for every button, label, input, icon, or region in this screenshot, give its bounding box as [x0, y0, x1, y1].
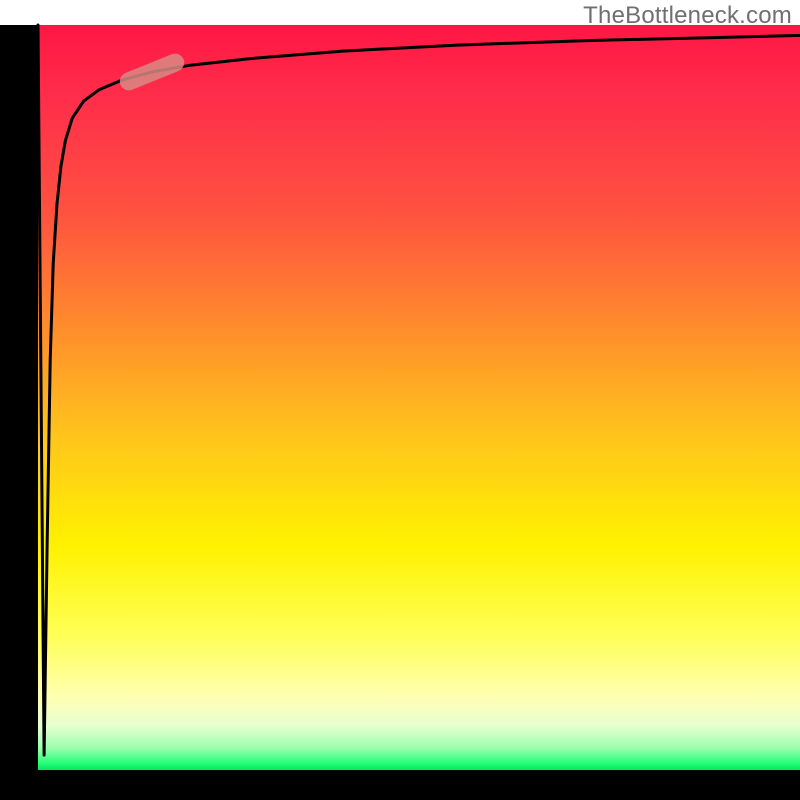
- watermark-text: TheBottleneck.com: [583, 2, 792, 30]
- x-axis-bar: [0, 770, 800, 800]
- chart-frame: TheBottleneck.com: [0, 0, 800, 800]
- y-axis-bar: [0, 25, 38, 770]
- plot-gradient-background: [38, 25, 800, 770]
